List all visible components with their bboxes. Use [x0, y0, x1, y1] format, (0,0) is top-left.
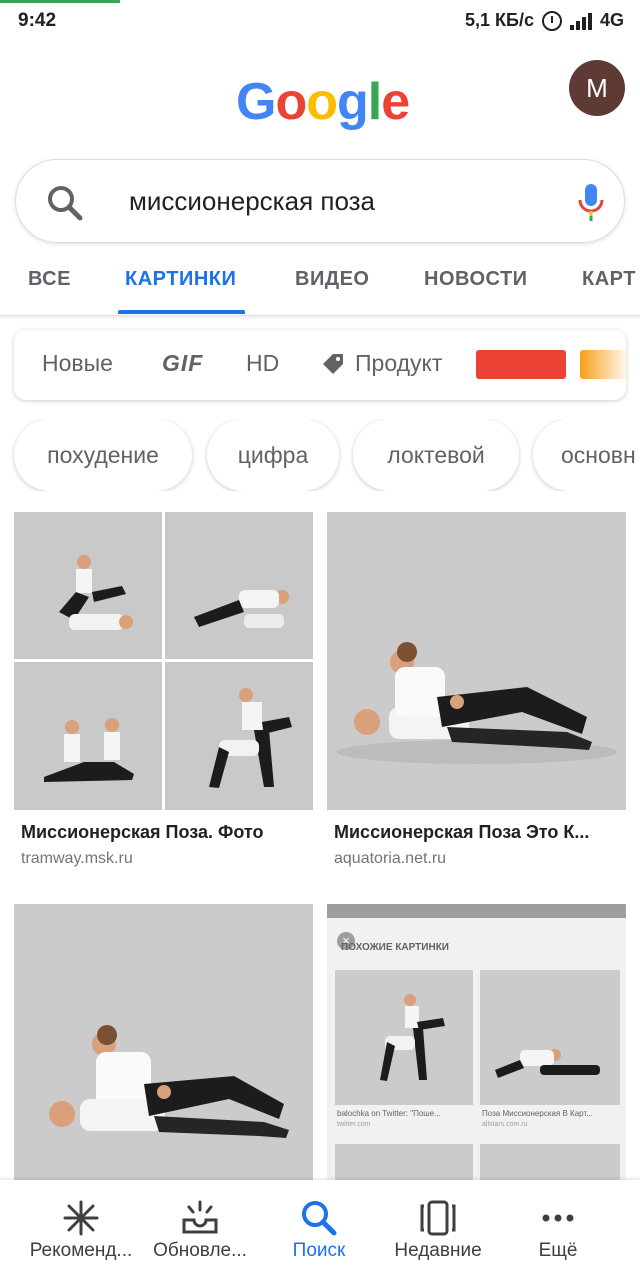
image-result[interactable]: × ПОХОЖИЕ КАРТИНКИ balochka on Twitter: … — [327, 904, 626, 1180]
filter-product[interactable]: Продукт — [355, 350, 442, 377]
chip-item[interactable]: цифра — [207, 419, 339, 491]
google-logo[interactable]: Google — [236, 72, 410, 132]
result-thumbnail[interactable] — [14, 904, 313, 1180]
microphone-icon[interactable] — [576, 182, 606, 222]
search-tabs: ВСЕ КАРТИНКИ ВИДЕО НОВОСТИ КАРТ — [0, 258, 640, 316]
embedded-caption: balochka on Twitter: "Поше... — [337, 1109, 441, 1118]
result-thumbnail[interactable]: × ПОХОЖИЕ КАРТИНКИ balochka on Twitter: … — [327, 904, 626, 1180]
nav-label: Недавние — [394, 1240, 482, 1261]
nav-discover[interactable]: Рекоменд... — [17, 1180, 145, 1280]
filter-gif[interactable]: GIF — [162, 350, 203, 377]
image-result[interactable] — [14, 904, 313, 1180]
chip-item[interactable]: локтевой — [353, 419, 519, 491]
color-filter-red[interactable] — [476, 350, 566, 379]
embedded-thumb — [480, 970, 620, 1105]
embedded-caption: Поза Миссионерская В Карт... — [482, 1109, 593, 1118]
result-thumbnail[interactable] — [14, 512, 313, 810]
nav-search[interactable]: Поиск — [255, 1180, 383, 1280]
tab-video[interactable]: ВИДЕО — [295, 268, 369, 291]
nav-label: Ещё — [538, 1240, 578, 1261]
embedded-thumb — [335, 970, 473, 1105]
embedded-thumb — [335, 1144, 473, 1180]
network-type: 4G — [599, 10, 624, 30]
tab-news[interactable]: НОВОСТИ — [424, 268, 528, 291]
status-bar: 9:42 5,1 КБ/с 4G — [0, 0, 640, 46]
result-thumbnail[interactable] — [327, 512, 626, 810]
updates-tray-icon — [182, 1200, 218, 1234]
embedded-source: allstars.com.ru — [482, 1121, 528, 1128]
asterisk-icon — [63, 1200, 99, 1236]
recent-cards-icon — [420, 1200, 456, 1236]
collage-image — [14, 512, 313, 810]
image-result[interactable]: Миссионерская Поза Это К... aquatoria.ne… — [327, 512, 626, 872]
bottom-navigation: Рекоменд... Обновле... Поиск Недавние Ещ… — [0, 1180, 640, 1280]
embedded-source: twitter.com — [337, 1121, 371, 1128]
account-avatar[interactable]: M — [569, 60, 625, 116]
nav-updates[interactable]: Обновле... — [136, 1180, 264, 1280]
search-query[interactable]: миссионерская поза — [129, 186, 375, 217]
photo-image — [327, 512, 626, 810]
color-filter-orange[interactable] — [580, 350, 626, 379]
search-icon — [48, 186, 83, 221]
search-icon — [302, 1201, 337, 1236]
clock: 9:42 — [18, 10, 57, 31]
chip-item[interactable]: основн — [533, 419, 640, 491]
image-filters-bar: Новые GIF HD Продукт — [14, 330, 626, 400]
chip-item[interactable]: похудение — [14, 419, 192, 491]
filter-hd[interactable]: HD — [246, 350, 279, 377]
active-tab-indicator — [118, 310, 245, 314]
result-source[interactable]: aquatoria.net.ru — [334, 850, 446, 868]
tag-icon — [323, 354, 343, 374]
embedded-heading: ПОХОЖИЕ КАРТИНКИ — [341, 942, 449, 953]
more-dots-icon — [542, 1214, 574, 1222]
embedded-status-bar — [327, 904, 626, 918]
photo-image — [14, 904, 313, 1180]
image-result[interactable]: Миссионерская Поза. Фото tramway.msk.ru — [14, 512, 313, 872]
result-source[interactable]: tramway.msk.ru — [21, 850, 133, 868]
alarm-icon — [541, 10, 562, 31]
filter-new[interactable]: Новые — [42, 350, 113, 377]
result-title[interactable]: Миссионерская Поза Это К... — [334, 822, 589, 843]
embedded-thumb — [480, 1144, 620, 1180]
result-title[interactable]: Миссионерская Поза. Фото — [21, 822, 263, 843]
related-chips: похудение цифра локтевой основн — [0, 419, 640, 491]
status-indicators: 5,1 КБ/с 4G — [465, 10, 624, 31]
tab-maps[interactable]: КАРТ — [582, 268, 636, 291]
nav-recent[interactable]: Недавние — [374, 1180, 502, 1280]
tab-all[interactable]: ВСЕ — [28, 268, 71, 291]
signal-icon — [569, 12, 592, 30]
page-load-progress — [0, 0, 120, 3]
tab-images[interactable]: КАРТИНКИ — [125, 268, 236, 291]
nav-more[interactable]: Ещё — [494, 1180, 622, 1280]
nav-label: Поиск — [292, 1240, 346, 1261]
network-speed: 5,1 КБ/с — [465, 10, 534, 30]
search-box[interactable]: миссионерская поза — [15, 159, 625, 243]
nav-label: Обновле... — [153, 1240, 247, 1261]
nav-label: Рекоменд... — [29, 1240, 133, 1261]
